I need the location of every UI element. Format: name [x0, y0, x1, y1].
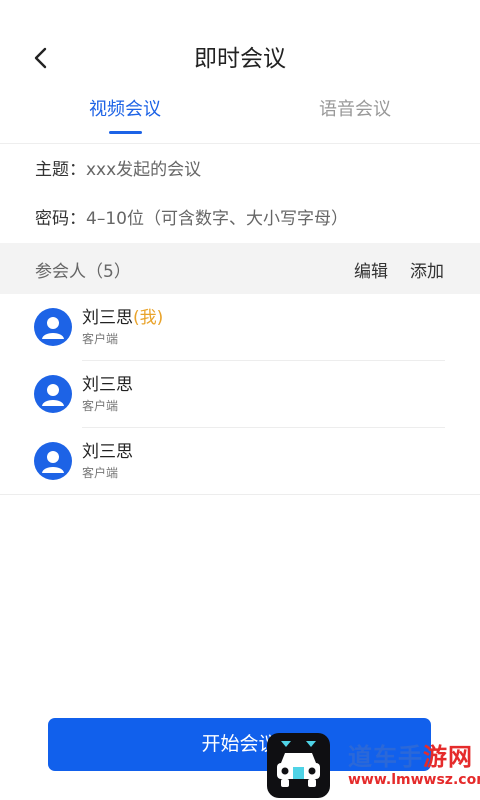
password-label: 密码：: [35, 209, 86, 229]
participant-item[interactable]: 刘三思 客户端: [0, 361, 480, 428]
active-tab-indicator: [109, 131, 142, 134]
password-field[interactable]: 密码：4–10位（可含数字、大小写字母）: [35, 207, 455, 231]
user-avatar-icon: [34, 442, 72, 480]
topic-field[interactable]: 主题：xxx发起的会议: [35, 158, 455, 182]
watermark-text: 道车手游网 www.lmwwsz.com: [348, 743, 480, 789]
header: 即时会议: [0, 0, 480, 90]
participant-name-row: 刘三思: [82, 440, 133, 464]
watermark-brand-b: 游网: [423, 743, 473, 771]
topic-value: xxx发起的会议: [86, 160, 202, 180]
participant-device: 客户端: [82, 332, 119, 346]
participant-name: 刘三思: [82, 308, 133, 328]
watermark-brand-a: 道车手: [348, 743, 423, 771]
meeting-type-tabs: 视频会议 语音会议: [0, 96, 480, 144]
user-avatar-icon: [34, 308, 72, 346]
row-divider: [0, 494, 480, 495]
participant-name: 刘三思: [82, 375, 133, 395]
participant-name-row: 刘三思: [82, 373, 133, 397]
user-avatar-icon: [34, 375, 72, 413]
participant-device: 客户端: [82, 399, 119, 413]
page-title: 即时会议: [194, 46, 286, 72]
participant-name-row: 刘三思(我): [82, 306, 163, 330]
password-placeholder: 4–10位（可含数字、大小写字母）: [86, 209, 348, 229]
edit-participants-button[interactable]: 编辑: [354, 261, 388, 283]
add-participant-button[interactable]: 添加: [410, 261, 444, 283]
participant-item[interactable]: 刘三思(我) 客户端: [0, 294, 480, 361]
car-logo-icon: [277, 741, 320, 787]
participant-device: 客户端: [82, 466, 119, 480]
watermark-brand: 道车手游网: [348, 743, 476, 771]
participant-item[interactable]: 刘三思 客户端: [0, 428, 480, 495]
watermark-logo: [267, 733, 330, 798]
participants-title: 参会人（5）: [35, 262, 131, 282]
tab-video-meeting[interactable]: 视频会议: [45, 96, 205, 124]
participants-header: 参会人（5） 编辑 添加: [0, 243, 480, 294]
participant-name: 刘三思: [82, 442, 133, 462]
me-tag: (我): [133, 308, 164, 328]
tab-audio-meeting[interactable]: 语音会议: [275, 96, 435, 124]
topic-label: 主题：: [35, 160, 86, 180]
meeting-screen: 即时会议 视频会议 语音会议 主题：xxx发起的会议 密码：4–10位（可含数字…: [0, 0, 480, 800]
watermark-url: www.lmwwsz.com: [348, 772, 480, 788]
